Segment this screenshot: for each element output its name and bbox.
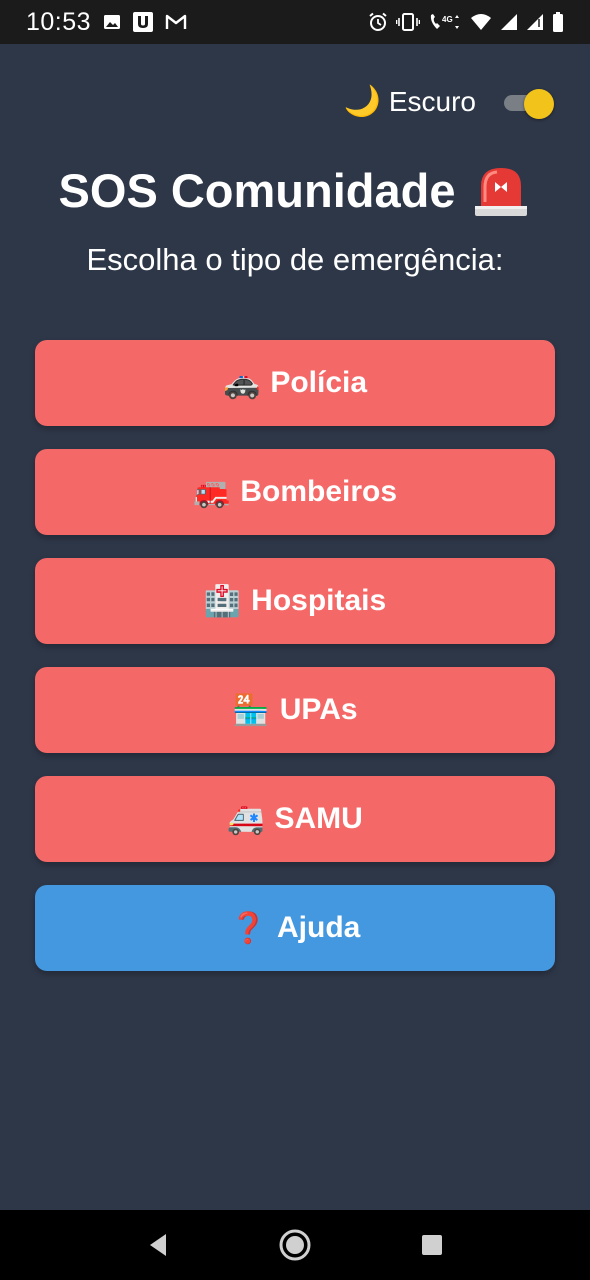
signal-icon (500, 13, 518, 31)
status-bar: 10:53 4G (0, 0, 590, 44)
hospitals-button[interactable]: 🏥 Hospitais (35, 558, 555, 644)
samu-button[interactable]: 🚑 SAMU (35, 776, 555, 862)
vibrate-icon (396, 12, 420, 32)
u-app-icon (133, 12, 154, 32)
firefighters-button[interactable]: 🚒 Bombeiros (35, 449, 555, 535)
app-screen: 🌙 Escuro SOS Comunidade Escolha o tipo d… (0, 44, 590, 1210)
svg-text:4G: 4G (442, 15, 453, 24)
help-button[interactable]: ❓ Ajuda (35, 885, 555, 971)
image-icon (103, 14, 121, 30)
page-title: SOS Comunidade (0, 162, 590, 218)
status-right: 4G (368, 12, 564, 32)
theme-label-text: Escuro (388, 85, 476, 117)
moon-icon: 🌙 (343, 85, 381, 118)
subtitle: Escolha o tipo de emergência: (86, 242, 504, 277)
hospital-icon: 🏥 (203, 584, 242, 618)
dark-mode-toggle[interactable] (504, 88, 554, 119)
alarm-icon (368, 12, 388, 32)
theme-label: 🌙 Escuro (343, 84, 476, 119)
samu-button-label: SAMU (274, 802, 363, 835)
back-icon[interactable] (133, 1220, 183, 1270)
hospitals-button-label: Hospitais (251, 584, 387, 617)
upas-button-label: UPAs (279, 693, 358, 726)
firefighters-button-label: Bombeiros (240, 475, 398, 508)
help-button-label: Ajuda (277, 911, 361, 944)
police-button-label: Polícia (270, 366, 368, 399)
battery-icon (552, 12, 564, 32)
gmail-icon (165, 13, 187, 31)
recents-icon[interactable] (407, 1220, 457, 1270)
wifi-calling-icon: 4G (428, 12, 462, 32)
page-title-text: SOS Comunidade (58, 163, 456, 217)
home-icon[interactable] (270, 1220, 320, 1270)
status-left: 10:53 (26, 8, 187, 37)
toggle-knob (524, 88, 554, 119)
emergency-buttons: 🚓 Polícia 🚒 Bombeiros 🏥 Hospitais 🏪 UPAs… (35, 340, 555, 994)
upas-button[interactable]: 🏪 UPAs (35, 667, 555, 753)
wifi-icon (470, 13, 492, 31)
system-nav-bar (0, 1210, 590, 1280)
question-mark-icon: ❓ (229, 911, 267, 945)
convenience-store-icon: 🏪 (232, 693, 270, 727)
status-time: 10:53 (26, 7, 92, 36)
siren-icon (471, 162, 531, 218)
police-button[interactable]: 🚓 Polícia (35, 340, 555, 426)
fire-truck-icon: 🚒 (192, 475, 231, 509)
police-car-icon: 🚓 (222, 366, 261, 400)
theme-row: 🌙 Escuro (343, 84, 554, 119)
ambulance-icon: 🚑 (227, 802, 265, 836)
signal-icon-2 (526, 13, 544, 31)
